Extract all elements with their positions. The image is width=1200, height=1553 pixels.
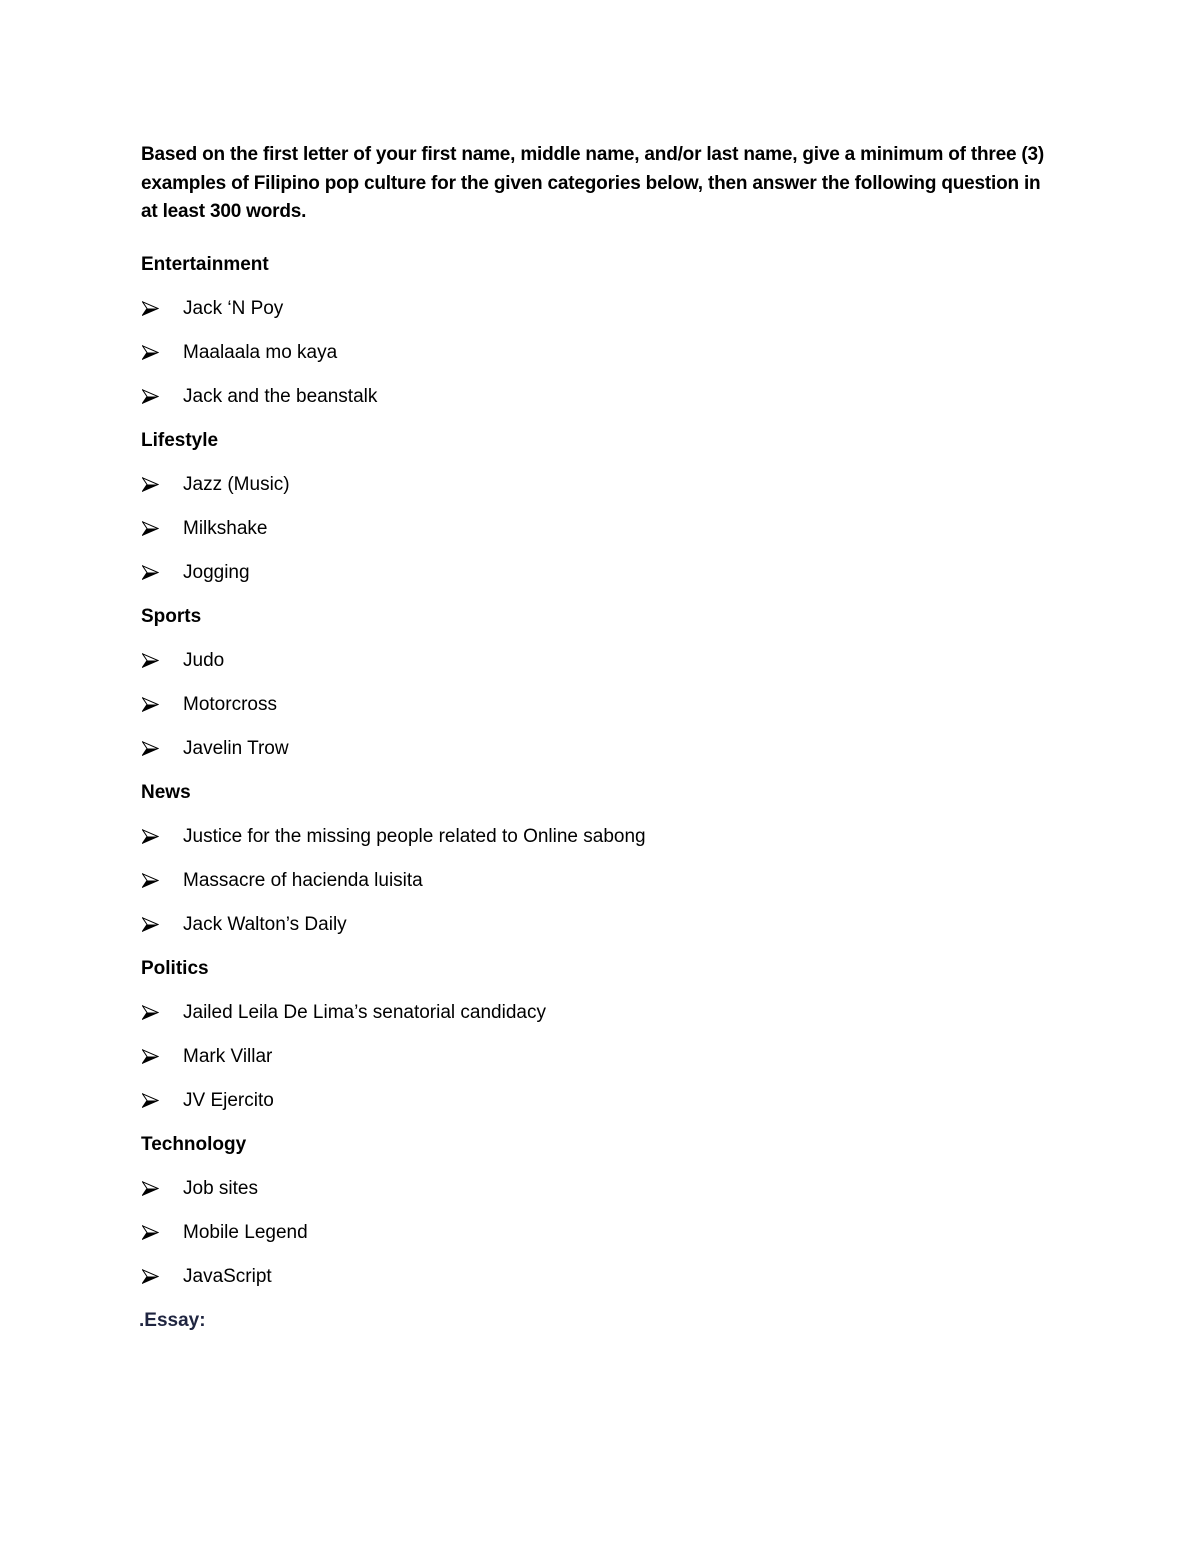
list-item: Jazz (Music) xyxy=(141,463,1051,507)
arrowhead-bullet-icon xyxy=(141,650,183,672)
arrowhead-bullet-icon xyxy=(141,1002,183,1024)
category-heading: Politics xyxy=(141,957,209,979)
category-section-news: News Justice for the missing people rela… xyxy=(141,771,1051,947)
list-item-text: Massacre of hacienda luisita xyxy=(183,869,423,891)
list-item-text: Jack Walton’s Daily xyxy=(183,913,347,935)
list-item-text: Mobile Legend xyxy=(183,1221,308,1243)
arrowhead-bullet-icon xyxy=(141,738,183,760)
list-item: JV Ejercito xyxy=(141,1079,1051,1123)
list-item: Jack ‘N Poy xyxy=(141,287,1051,331)
category-heading: Technology xyxy=(141,1133,247,1155)
list-item: JavaScript xyxy=(141,1255,1051,1299)
arrowhead-bullet-icon xyxy=(141,386,183,408)
list-item: Mark Villar xyxy=(141,1035,1051,1079)
arrowhead-bullet-icon xyxy=(141,1222,183,1244)
category-heading: News xyxy=(141,781,191,803)
list-item: Job sites xyxy=(141,1167,1051,1211)
list-item-text: Maalaala mo kaya xyxy=(183,341,338,363)
list-item-text: Motorcross xyxy=(183,693,277,715)
arrowhead-bullet-icon xyxy=(141,562,183,584)
list-item: Judo xyxy=(141,639,1051,683)
arrowhead-bullet-icon xyxy=(141,298,183,320)
list-item-text: Mark Villar xyxy=(183,1045,273,1067)
essay-heading: .Essay: xyxy=(139,1309,206,1331)
category-section-politics: Politics Jailed Leila De Lima’s senatori… xyxy=(141,947,1051,1123)
list-item: Jack Walton’s Daily xyxy=(141,903,1051,947)
list-item: Maalaala mo kaya xyxy=(141,331,1051,375)
instructions-paragraph: Based on the first letter of your first … xyxy=(141,144,1045,222)
category-sections: Entertainment Jack ‘N Poy Maalaala mo ka… xyxy=(141,243,1051,1299)
list-item-text: Justice for the missing people related t… xyxy=(183,825,646,847)
category-heading: Sports xyxy=(141,605,202,627)
list-item: Jogging xyxy=(141,551,1051,595)
arrowhead-bullet-icon xyxy=(141,694,183,716)
list-item: Motorcross xyxy=(141,683,1051,727)
list-item: Justice for the missing people related t… xyxy=(141,815,1051,859)
arrowhead-bullet-icon xyxy=(141,342,183,364)
list-item-text: Jogging xyxy=(183,561,250,583)
list-item: Jailed Leila De Lima’s senatorial candid… xyxy=(141,991,1051,1035)
arrowhead-bullet-icon xyxy=(141,474,183,496)
list-item-text: Jailed Leila De Lima’s senatorial candid… xyxy=(183,1001,546,1023)
list-item-text: JavaScript xyxy=(183,1265,272,1287)
arrowhead-bullet-icon xyxy=(141,1046,183,1068)
list-item-text: Milkshake xyxy=(183,517,268,539)
arrowhead-bullet-icon xyxy=(141,1178,183,1200)
arrowhead-bullet-icon xyxy=(141,826,183,848)
arrowhead-bullet-icon xyxy=(141,1090,183,1112)
list-item-text: Job sites xyxy=(183,1177,258,1199)
list-item-text: Jack ‘N Poy xyxy=(183,297,284,319)
list-item: Massacre of hacienda luisita xyxy=(141,859,1051,903)
arrowhead-bullet-icon xyxy=(141,870,183,892)
list-item: Mobile Legend xyxy=(141,1211,1051,1255)
arrowhead-bullet-icon xyxy=(141,1266,183,1288)
category-section-technology: Technology Job sites Mobile Legend JavaS… xyxy=(141,1123,1051,1299)
category-section-sports: Sports Judo Motorcross Javelin Trow xyxy=(141,595,1051,771)
list-item: Jack and the beanstalk xyxy=(141,375,1051,419)
list-item: Javelin Trow xyxy=(141,727,1051,771)
list-item-text: Jazz (Music) xyxy=(183,473,290,495)
category-heading: Lifestyle xyxy=(141,429,219,451)
arrowhead-bullet-icon xyxy=(141,914,183,936)
list-item-text: Judo xyxy=(183,649,225,671)
list-item: Milkshake xyxy=(141,507,1051,551)
category-section-entertainment: Entertainment Jack ‘N Poy Maalaala mo ka… xyxy=(141,243,1051,419)
document-page: Based on the first letter of your first … xyxy=(139,141,1051,1343)
category-heading: Entertainment xyxy=(141,253,269,275)
list-item-text: JV Ejercito xyxy=(183,1089,274,1111)
arrowhead-bullet-icon xyxy=(141,518,183,540)
list-item-text: Jack and the beanstalk xyxy=(183,385,378,407)
category-section-lifestyle: Lifestyle Jazz (Music) Milkshake Jogging xyxy=(141,419,1051,595)
list-item-text: Javelin Trow xyxy=(183,737,289,759)
